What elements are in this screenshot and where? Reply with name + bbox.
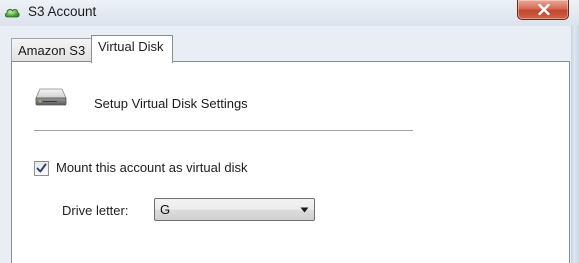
drive-letter-select[interactable]: G	[154, 198, 315, 221]
hard-drive-icon	[34, 86, 68, 108]
window-frame-right	[571, 26, 579, 263]
tab-virtual-disk[interactable]: Virtual Disk	[91, 35, 173, 63]
mount-virtual-disk-checkbox[interactable]	[34, 161, 49, 176]
tab-amazon-s3[interactable]: Amazon S3	[11, 38, 92, 61]
mount-virtual-disk-label[interactable]: Mount this account as virtual disk	[56, 160, 247, 175]
chevron-down-icon	[300, 207, 309, 213]
window-title: S3 Account	[28, 4, 97, 19]
drive-letter-label: Drive letter:	[62, 203, 129, 218]
close-button[interactable]	[517, 0, 569, 20]
cloud-app-icon	[4, 4, 20, 20]
drive-letter-value: G	[160, 202, 171, 217]
section-divider	[34, 130, 413, 131]
checkmark-icon	[36, 163, 47, 173]
close-icon	[538, 4, 550, 15]
title-bar[interactable]: S3 Account	[0, 0, 579, 26]
section-title: Setup Virtual Disk Settings	[94, 96, 248, 111]
